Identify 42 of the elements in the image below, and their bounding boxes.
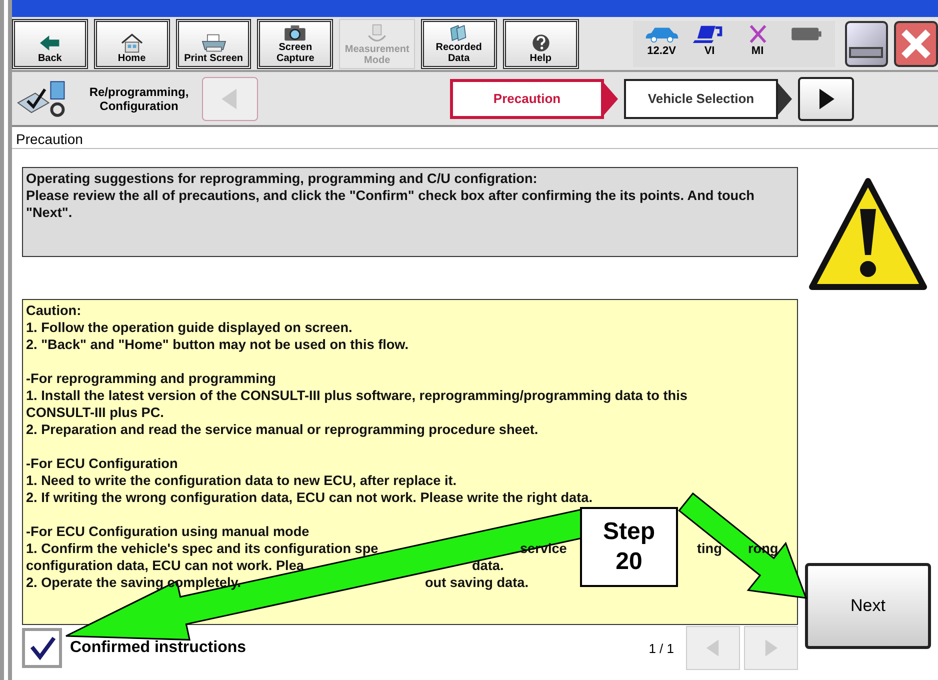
indicator-label: MI [751, 44, 764, 56]
confirm-label: Confirmed instructions [70, 639, 246, 657]
caution-text: 2. If writing the wrong configuration data, ECU can not work. Please write the right data. [26, 490, 592, 505]
toolbar-button[interactable]: Screen Capture [257, 18, 334, 68]
step-tab[interactable]: Precaution [450, 78, 604, 118]
caution-text: CONSULT-III plus PC. [26, 405, 164, 420]
close-button[interactable] [894, 20, 938, 66]
step-tab[interactable]: Vehicle Selection [624, 78, 778, 118]
caution-text: 1. Confirm the vehicle's spec and its configuration spe [26, 541, 378, 556]
toolbar-button[interactable]: Home [94, 18, 170, 68]
caution-text: 1. Need to write the configuration data to new ECU, after replace it. [26, 473, 457, 488]
step-label: Step [602, 517, 655, 547]
printer-icon [200, 32, 228, 52]
page-indicator: 1 / 1 [648, 640, 674, 656]
forward-button[interactable] [798, 76, 854, 120]
toolbar-button[interactable]: Help [502, 18, 579, 68]
instruction-text: Operating suggestions for reprogramming, programming and C/U configration: [26, 170, 538, 187]
indicator-label: 12.2V [647, 44, 676, 56]
caution-text: rong [748, 540, 778, 557]
next-button[interactable]: Next [805, 563, 931, 649]
caution-text: 1. Install the latest version of the CONSULT-III plus software, reprogramming/programming data to this [26, 388, 688, 403]
caution-text: -For ECU Configuration using manual mode [26, 524, 310, 539]
caution-text: configuration data, ECU can not work. Plea [26, 558, 304, 573]
confirm-checkbox[interactable] [22, 628, 62, 668]
section-title: Precaution [12, 129, 938, 149]
toolbar-button[interactable]: Print Screen [176, 18, 252, 68]
caution-text: Caution: [26, 303, 82, 318]
indicator-label: VI [704, 44, 715, 56]
caution-text: 2. "Back" and "Home" button may not be used on this flow. [26, 337, 409, 352]
caution-text: -For reprogramming and programming [26, 371, 276, 386]
toolbar-button[interactable]: Recorded Data [420, 18, 497, 68]
caution-text: 1. Follow the operation guide displayed on screen. [26, 320, 352, 335]
caution-text: data. [472, 557, 504, 574]
caution-text: ting [697, 540, 722, 557]
function-title: Re/programming, Configuration [88, 84, 190, 112]
caution-text: out saving data. [425, 574, 528, 591]
caution-text: -For ECU Configuration [26, 456, 178, 471]
caution-text: 2. Preparation and read the service manual or reprogramming procedure sheet. [26, 422, 538, 437]
minimize-button[interactable] [844, 20, 888, 66]
toolbar-button[interactable]: Back [12, 18, 88, 68]
instruction-text: Please review the all of precautions, and click the "Confirm" check box after confirming the its points. And touch "Next". [26, 187, 756, 221]
step-label: 20 [616, 547, 642, 577]
